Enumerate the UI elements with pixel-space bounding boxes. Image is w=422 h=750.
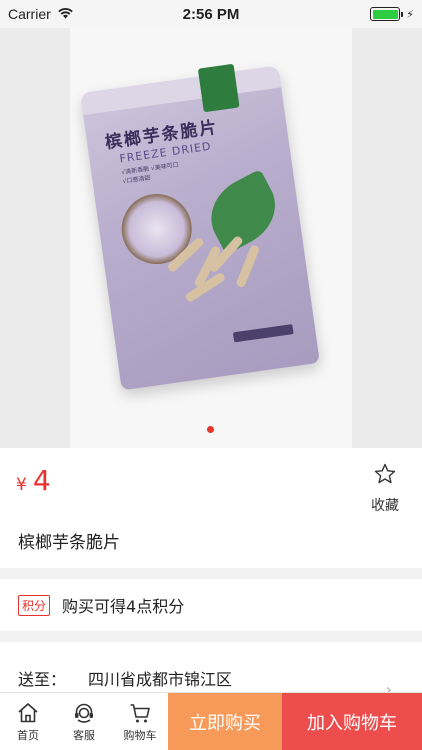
charging-icon: ⚡ <box>406 7 414 21</box>
points-tag: 积分 <box>18 594 51 616</box>
home-label: 首页 <box>17 728 39 742</box>
page-indicator-dot[interactable] <box>207 426 214 433</box>
battery-icon <box>370 7 404 21</box>
package-badge <box>232 324 294 343</box>
buy-now-button[interactable]: 立即购买 <box>168 693 282 750</box>
leaf-illustration <box>198 168 289 255</box>
shipping-label: 送至： <box>18 670 67 689</box>
price-value: 4 <box>32 464 51 497</box>
points-text: 购买可得4点积分 <box>62 597 185 616</box>
currency-symbol: ¥ <box>16 475 27 495</box>
favorite-label: 收藏 <box>371 498 399 514</box>
bottom-action-bar: 首页 客服 购物车 立即购买 加入购物车 <box>0 692 422 750</box>
product-gallery[interactable]: 槟榔芋条脆片 FREEZE DRIED √清新香脆 √美味可口 √口感清甜 <box>0 28 422 448</box>
shipping-address: 四川省成都市锦江区 <box>88 670 233 689</box>
product-photo: 槟榔芋条脆片 FREEZE DRIED √清新香脆 √美味可口 √口感清甜 <box>70 28 352 448</box>
points-row: 积分 购买可得4点积分 <box>0 579 422 631</box>
price-card: ¥ 4 收藏 槟榔芋条脆片 <box>0 448 422 568</box>
status-bar: Carrier 2:56 PM ⚡ <box>0 0 422 28</box>
star-icon <box>364 462 406 491</box>
status-right: ⚡ <box>370 7 414 21</box>
price: ¥ 4 <box>16 464 51 497</box>
customer-service-button[interactable]: 客服 <box>56 693 112 750</box>
product-name: 槟榔芋条脆片 <box>18 533 120 553</box>
home-button[interactable]: 首页 <box>0 693 56 750</box>
cart-icon <box>130 703 150 722</box>
carrier-label: Carrier <box>8 6 51 22</box>
headset-icon <box>75 703 93 723</box>
cart-label: 购物车 <box>123 728 157 742</box>
add-to-cart-button[interactable]: 加入购物车 <box>282 693 422 750</box>
favorite-button[interactable]: 收藏 <box>364 462 406 515</box>
home-icon <box>18 702 38 722</box>
product-package-image: 槟榔芋条脆片 FREEZE DRIED √清新香脆 √美味可口 √口感清甜 <box>80 63 320 391</box>
product-detail-screen: Carrier 2:56 PM ⚡ 槟榔芋条脆片 FREEZE DRIED √清… <box>0 0 422 750</box>
chip-illustration <box>235 244 261 289</box>
wifi-icon <box>57 6 74 22</box>
status-left: Carrier <box>8 6 74 22</box>
cart-button[interactable]: 购物车 <box>112 693 168 750</box>
package-claims: √清新香脆 √美味可口 √口感清甜 <box>121 160 181 186</box>
customer-service-label: 客服 <box>73 728 95 742</box>
